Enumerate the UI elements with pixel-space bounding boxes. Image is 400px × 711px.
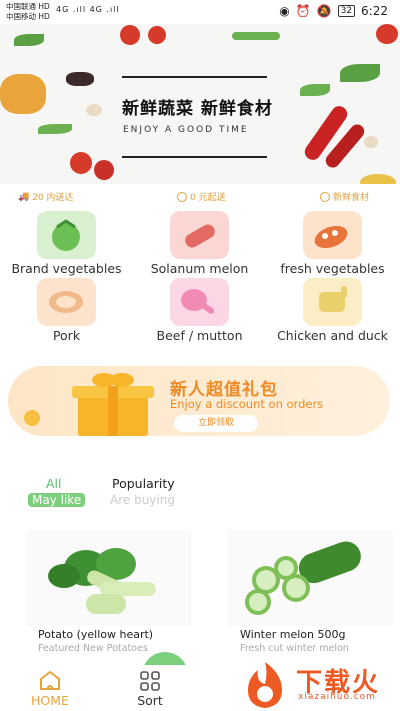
category-beef-mutton[interactable]: Beef / mutton (133, 278, 266, 343)
tab-all[interactable]: All May like (24, 476, 88, 516)
product-description: Fresh cut winter melon (240, 643, 349, 654)
hero-banner[interactable]: 新鲜蔬菜 新鲜食材 ENJOY A GOOD TIME (0, 24, 400, 184)
category-label: fresh vegetables (280, 261, 385, 276)
tomato-icon (70, 152, 92, 174)
leaf-icon (300, 84, 330, 96)
benefit-label: 0 元起送 (190, 193, 226, 203)
tomato-icon (120, 25, 140, 45)
coin-icon (177, 191, 187, 202)
category-solanum-melon[interactable]: Solanum melon (133, 211, 266, 276)
mute-icon: 🔕 (316, 4, 332, 18)
home-icon (40, 670, 60, 690)
flame-logo-icon (248, 662, 282, 708)
carrier-2: 中国移动 HD (6, 12, 50, 21)
product-card[interactable]: Winter melon 500g Fresh cut winter melon (228, 530, 393, 658)
coin-icon (24, 410, 40, 426)
benefit-minimum: 0 元起送 (177, 190, 226, 203)
category-brand-vegetables[interactable]: Brand vegetables (0, 211, 133, 276)
carrier-1: 中国联通 HD (6, 2, 50, 11)
product-card[interactable]: Potato (yellow heart) Featured New Potat… (26, 530, 191, 658)
category-label: Brand vegetables (11, 261, 122, 276)
leaf-icon (320, 191, 330, 202)
tab-title: All (46, 476, 62, 491)
bok-choy-icon (26, 530, 191, 626)
tomato-icon (37, 211, 96, 259)
tab-subtitle: Are buying (110, 493, 175, 507)
category-label: Solanum melon (150, 261, 249, 276)
newcomer-promo-banner[interactable]: 新人超值礼包 Enjoy a discount on orders 立即领取 (8, 366, 390, 436)
watermark-url: xiazaihuo.com (298, 692, 376, 702)
tomato-icon (94, 160, 114, 180)
category-label: Pork (52, 328, 81, 343)
nav-label: Sort (137, 693, 163, 708)
lemon-icon (360, 174, 396, 184)
truck-icon: 🚚 (18, 191, 30, 202)
benefit-delivery: 🚚 20 内送达 (18, 190, 74, 204)
banner-title: 新鲜蔬菜 新鲜食材 (122, 99, 273, 119)
steak-icon (37, 278, 96, 326)
product-tabs: All May like Popularity Are buying (0, 470, 400, 515)
product-name: Winter melon 500g (240, 628, 346, 641)
category-pork[interactable]: Pork (0, 278, 133, 343)
alarm-icon: ⏰ (295, 4, 311, 18)
tomato-icon (148, 26, 166, 44)
claim-button[interactable]: 立即领取 (174, 415, 258, 432)
gift-box-icon (72, 373, 154, 436)
nav-sort[interactable]: Sort (115, 665, 185, 711)
watermark-logo: 下载火 xiazaihuo.com (238, 660, 398, 710)
drumstick-icon (170, 278, 229, 326)
product-name: Potato (yellow heart) (38, 628, 154, 641)
category-chicken-duck[interactable]: Chicken and duck (266, 278, 399, 343)
benefit-fresh: 新鲜食材 (320, 190, 369, 203)
mushroom-icon (86, 104, 102, 116)
benefit-label: 新鲜食材 (333, 193, 370, 203)
category-fresh-vegetables[interactable]: fresh vegetables (266, 211, 399, 276)
battery-icon: 32 (337, 5, 356, 17)
grid-icon (140, 671, 160, 691)
olive-icon (66, 72, 94, 86)
benefit-strip: 🚚 20 内送达 0 元起送 新鲜食材 (0, 188, 400, 206)
benefit-label: 20 内送达 (32, 193, 74, 203)
mushroom-icon (364, 136, 378, 148)
carrier-info: 中国联通 HD 中国移动 HD (6, 2, 50, 22)
bean-icon (232, 32, 280, 40)
cucumber-icon (228, 530, 393, 626)
eggplant-icon (303, 211, 362, 259)
tab-subtitle: May like (28, 493, 86, 507)
banner-subtitle: ENJOY A GOOD TIME (123, 125, 249, 135)
promo-subtitle: Enjoy a discount on orders (170, 397, 324, 411)
leaf-icon (340, 64, 380, 82)
pepper-icon (0, 74, 46, 114)
tomato-icon (376, 24, 398, 44)
tab-popularity[interactable]: Popularity Are buying (108, 476, 198, 516)
signal-icon: 4G .ıll 4G .ıll (56, 5, 120, 14)
leaf-icon (14, 34, 44, 46)
category-label: Beef / mutton (156, 328, 243, 343)
divider-bottom (122, 156, 267, 158)
nav-home[interactable]: HOME (15, 665, 85, 711)
clock: 6:22 (361, 4, 388, 18)
status-bar: 中国联通 HD 中国移动 HD 4G .ıll 4G .ıll ◉ ⏰ 🔕 32… (0, 0, 400, 24)
product-description: Featured New Potatoes (38, 643, 148, 654)
category-label: Chicken and duck (277, 328, 388, 343)
eye-icon: ◉ (279, 4, 290, 18)
tab-title: Popularity (112, 476, 175, 491)
sausage-icon (170, 211, 229, 259)
divider-top (122, 76, 267, 78)
poultry-icon (303, 278, 362, 326)
nav-label: HOME (31, 693, 69, 708)
leaf-icon (38, 124, 72, 134)
